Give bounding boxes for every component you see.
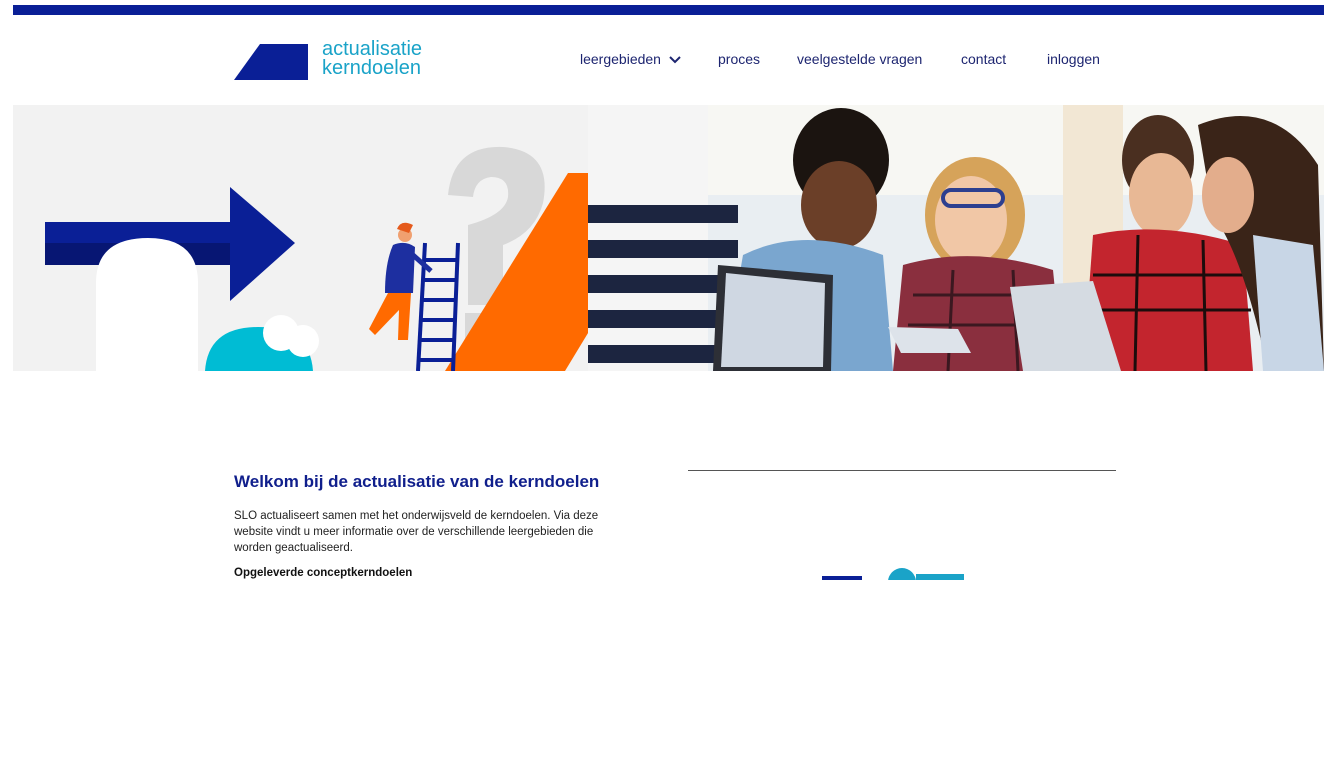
nav-item-contact[interactable]: contact xyxy=(961,51,1006,67)
welcome-intro: SLO actualiseert samen met het onderwijs… xyxy=(234,510,599,554)
nav-item-veelgestelde-vragen[interactable]: veelgestelde vragen xyxy=(797,51,922,67)
page-blank-area xyxy=(0,580,1324,778)
main-navigation: leergebieden proces veelgestelde vragen … xyxy=(0,51,1324,71)
video-logo-icon xyxy=(822,568,964,580)
site-header: actualisatie kerndoelen leergebieden pro… xyxy=(0,15,1324,105)
nav-item-leergebieden[interactable]: leergebieden xyxy=(580,51,681,67)
top-accent-bar xyxy=(13,5,1324,15)
hero-banner xyxy=(13,105,1324,371)
content-divider xyxy=(688,470,1116,471)
chevron-down-icon xyxy=(669,56,681,64)
hero-image xyxy=(13,105,1324,371)
nav-item-proces[interactable]: proces xyxy=(718,51,760,67)
embedded-video-logo[interactable] xyxy=(820,568,970,580)
nav-item-inloggen[interactable]: inloggen xyxy=(1047,51,1100,67)
welcome-title: Welkom bij de actualisatie van de kerndo… xyxy=(234,472,600,491)
nav-label-leergebieden: leergebieden xyxy=(580,51,661,67)
concept-kerndoelen-heading: Opgeleverde conceptkerndoelen xyxy=(234,567,413,579)
